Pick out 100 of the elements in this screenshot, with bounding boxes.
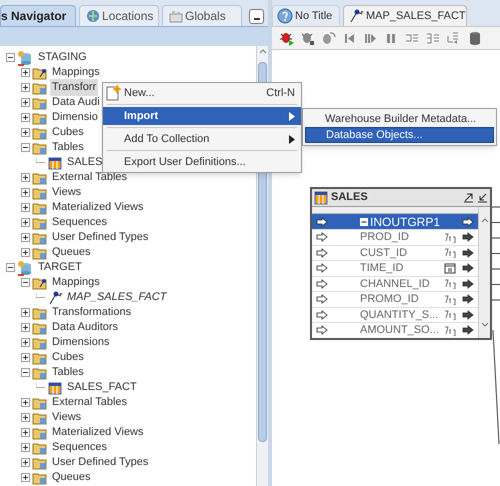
expand-icon[interactable]: [21, 173, 30, 182]
output-arrow-icon: [462, 216, 474, 226]
tree-item[interactable]: Sequences: [50, 214, 110, 231]
editor-tab[interactable]: No Title: [272, 5, 340, 26]
mapping-icon: [348, 8, 364, 24]
menu-item[interactable]: Database Objects...: [305, 127, 494, 143]
expand-icon[interactable]: [21, 128, 30, 137]
expand-icon[interactable]: [21, 98, 30, 107]
bug-icon[interactable]: [278, 30, 294, 46]
tree-item[interactable]: Views: [50, 184, 84, 201]
output-arrow-icon: [462, 294, 474, 304]
tree-item[interactable]: Materialized Views: [50, 424, 146, 441]
collapse-icon[interactable]: [360, 218, 368, 226]
tree-item[interactable]: External Tables: [50, 169, 130, 186]
collapse-icon[interactable]: [6, 263, 15, 272]
menu-item[interactable]: Warehouse Builder Metadata...: [305, 111, 494, 127]
tree-item[interactable]: Sequences: [50, 439, 110, 456]
expand-icon[interactable]: [21, 233, 30, 242]
expand-icon[interactable]: [21, 308, 30, 317]
tree-item[interactable]: User Defined Types: [50, 229, 150, 246]
collapse-icon[interactable]: [21, 368, 30, 377]
expand-icon[interactable]: [21, 323, 30, 332]
tree-item[interactable]: Cubes: [50, 124, 86, 141]
expand-icon[interactable]: [21, 188, 30, 197]
tree-item[interactable]: Queues: [50, 469, 93, 486]
attribute-name: TIME_ID: [359, 261, 404, 276]
text-type-icon: [444, 278, 456, 290]
table-icon: [47, 154, 63, 170]
scroll-up-icon[interactable]: [258, 48, 266, 54]
expand-icon[interactable]: [21, 443, 30, 452]
expand-icon[interactable]: [21, 113, 30, 122]
tree-item[interactable]: Mappings: [50, 274, 102, 291]
group-label: INOUTGRP1: [370, 214, 440, 230]
output-arrow-icon: [462, 263, 474, 274]
scrollbar[interactable]: [478, 207, 490, 338]
expand-icon[interactable]: [21, 473, 30, 482]
new-file-icon: [105, 85, 121, 101]
operator-card[interactable]: SALES INOUTGRP1 PROD_ID CUST_ID TIME_ID CHANNEL_ID PROMO_ID QUANTITY_S... AMOUNT_SO...: [310, 187, 492, 340]
input-arrow-icon: [316, 232, 328, 242]
scroll-down-icon[interactable]: [480, 322, 488, 328]
cylinder-icon[interactable]: [467, 30, 483, 46]
expand-icon[interactable]: [21, 248, 30, 257]
navigator-tab[interactable]: Locations: [79, 5, 159, 26]
input-arrow-icon: [316, 263, 328, 274]
expand-icon[interactable]: [21, 83, 30, 92]
menu-item[interactable]: Add To Collection: [103, 130, 301, 148]
expand-icon[interactable]: [21, 353, 30, 362]
tree-item[interactable]: Materialized Views: [50, 199, 146, 216]
maximize-icon[interactable]: [463, 192, 474, 203]
tree-item[interactable]: MAP_SALES_FACT: [65, 289, 168, 306]
expand-icon[interactable]: [21, 413, 30, 422]
expand-icon[interactable]: [21, 218, 30, 227]
tree-item[interactable]: External Tables: [50, 394, 130, 411]
output-arrow-icon: [462, 278, 474, 289]
output-arrow-icon: [462, 310, 474, 320]
expand-icon[interactable]: [21, 203, 30, 212]
menu-item[interactable]: New... Ctrl-N: [103, 84, 301, 102]
tree-item[interactable]: User Defined Types: [50, 454, 150, 471]
expand-icon[interactable]: [21, 338, 30, 347]
collapse-icon[interactable]: [6, 53, 15, 62]
minimize-icon[interactable]: [477, 192, 488, 203]
tree-item[interactable]: Transformations: [50, 304, 134, 321]
tree-item[interactable]: TARGET: [36, 259, 84, 276]
text-type-icon: [444, 232, 456, 243]
menu-item[interactable]: Import: [103, 107, 301, 125]
tree-item[interactable]: Data Auditors: [50, 319, 120, 336]
expand-icon[interactable]: [21, 68, 30, 77]
tree-item[interactable]: SALES: [65, 154, 104, 171]
menu-item[interactable]: Export User Definitions...: [103, 153, 301, 171]
collapse-icon[interactable]: [21, 143, 30, 152]
tree-item[interactable]: STAGING: [36, 49, 89, 66]
bug-icon[interactable]: [299, 30, 315, 46]
minimize-button[interactable]: [249, 9, 264, 24]
attribute-name: CHANNEL_ID: [359, 276, 431, 292]
help-icon: [277, 8, 293, 24]
tree-item[interactable]: SALES_FACT: [65, 379, 139, 396]
expand-icon[interactable]: [21, 398, 30, 407]
expand-icon[interactable]: [21, 458, 30, 467]
tree-item[interactable]: Mappings: [50, 64, 102, 81]
navigator-tab[interactable]: Globals: [162, 5, 242, 26]
expand-icon[interactable]: [21, 428, 30, 437]
tree-item[interactable]: Views: [50, 409, 84, 426]
tree-item[interactable]: Queues: [50, 244, 93, 261]
tree-item[interactable]: Cubes: [50, 349, 86, 366]
tree-item[interactable]: Transforr: [50, 79, 98, 96]
calendar-icon: [444, 262, 456, 274]
attribute-name: CUST_ID: [359, 246, 408, 260]
scroll-up-icon[interactable]: [480, 217, 488, 223]
text-type-icon: [444, 247, 456, 258]
editor-tab[interactable]: MAP_SALES_FACT: [343, 5, 467, 26]
navigator-tab[interactable]: s Navigator: [0, 5, 76, 26]
tree-item[interactable]: Data Audi: [50, 94, 102, 111]
tree-item[interactable]: Tables: [50, 364, 86, 381]
shortcut-label: Ctrl-N: [266, 86, 295, 101]
tree-item[interactable]: Dimensio: [50, 109, 100, 126]
table-icon: [314, 190, 328, 204]
collapse-icon[interactable]: [21, 278, 30, 287]
group-row[interactable]: INOUTGRP1: [312, 214, 478, 229]
tree-item[interactable]: Dimensions: [50, 334, 112, 351]
tree-item[interactable]: Tables: [50, 139, 86, 156]
